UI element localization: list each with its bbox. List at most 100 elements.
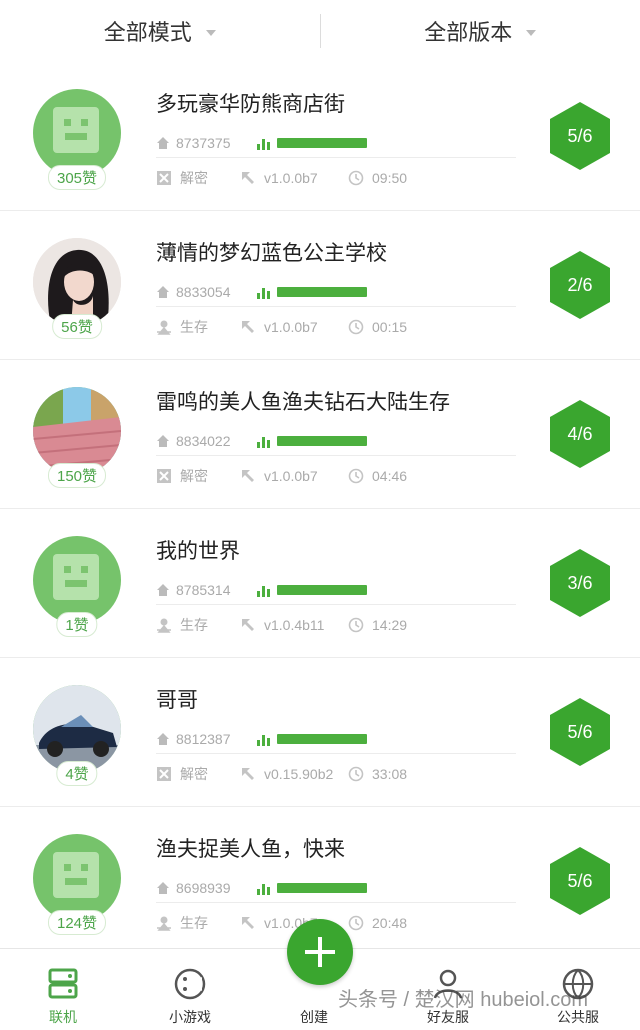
puzzle-icon xyxy=(156,468,172,484)
signal-bars-icon xyxy=(256,731,272,747)
version-filter-dropdown[interactable]: 全部版本 xyxy=(321,15,640,47)
avatar[interactable]: 56赞 xyxy=(33,238,121,338)
survival-icon xyxy=(156,617,172,633)
create-label: 创建 xyxy=(300,1007,328,1027)
play-time: 00:15 xyxy=(372,319,407,335)
room-title: 多玩豪华防熊商店街 xyxy=(156,88,345,118)
likes-badge: 1赞 xyxy=(56,612,97,637)
clock-icon xyxy=(348,319,364,335)
signal-bars-icon xyxy=(256,135,272,151)
room-list-item[interactable]: 1赞 我的世界 8785314 生存 v1.0.4b11 14:29 3/6 xyxy=(0,509,640,658)
signal-bars-icon xyxy=(256,433,272,449)
tab-minigames[interactable]: 小游戏 xyxy=(150,967,230,1027)
creeper-avatar-icon xyxy=(33,89,121,177)
room-list-item[interactable]: 305赞 多玩豪华防熊商店街 8737375 解密 v1.0.0b7 09:50… xyxy=(0,62,640,211)
room-title: 渔夫捉美人鱼，快来 xyxy=(156,833,345,863)
play-time: 20:48 xyxy=(372,915,407,931)
cursor-arrow-icon xyxy=(240,766,256,782)
cursor-arrow-icon xyxy=(240,319,256,335)
signal-bars-icon xyxy=(256,880,272,896)
player-count-badge: 5/6 xyxy=(550,698,610,766)
room-id: 8833054 xyxy=(176,284,256,300)
player-count-badge: 5/6 xyxy=(550,847,610,915)
avatar[interactable]: 124赞 xyxy=(33,834,121,934)
game-version: v1.0.0b7 xyxy=(264,170,348,186)
room-list-item[interactable]: 56赞 薄情的梦幻蓝色公主学校 8833054 生存 v1.0.0b7 00:1… xyxy=(0,211,640,360)
puzzle-icon xyxy=(156,170,172,186)
play-time: 14:29 xyxy=(372,617,407,633)
create-button[interactable] xyxy=(287,919,353,985)
likes-badge: 124赞 xyxy=(48,910,106,935)
game-mode: 生存 xyxy=(180,317,240,337)
room-id: 8698939 xyxy=(176,880,256,896)
tab-online[interactable]: 联机 xyxy=(23,967,103,1027)
avatar[interactable]: 150赞 xyxy=(33,387,121,487)
clock-icon xyxy=(348,468,364,484)
game-version: v1.0.0b7 xyxy=(264,319,348,335)
room-title: 哥哥 xyxy=(156,684,198,714)
chevron-down-icon xyxy=(206,30,216,36)
avatar[interactable]: 4赞 xyxy=(33,685,121,785)
player-count-badge: 2/6 xyxy=(550,251,610,319)
latency-bar xyxy=(277,734,367,744)
bottom-nav: 联机 小游戏 创建 好友服 公共服 头条号 / 楚汉网 hubeiol.com xyxy=(0,948,640,1030)
likes-badge: 150赞 xyxy=(48,463,106,488)
mode-filter-dropdown[interactable]: 全部模式 xyxy=(0,15,320,47)
room-id: 8834022 xyxy=(176,433,256,449)
likes-badge: 56赞 xyxy=(52,314,102,339)
play-time: 04:46 xyxy=(372,468,407,484)
car-photo-avatar xyxy=(33,685,121,773)
clock-icon xyxy=(348,915,364,931)
latency-bar xyxy=(277,436,367,446)
player-count-badge: 4/6 xyxy=(550,400,610,468)
version-filter-label: 全部版本 xyxy=(424,15,512,47)
cursor-arrow-icon xyxy=(240,915,256,931)
room-id: 8737375 xyxy=(176,135,256,151)
survival-icon xyxy=(156,915,172,931)
home-icon xyxy=(156,285,170,299)
game-mode: 生存 xyxy=(180,913,240,933)
blocks-photo-avatar xyxy=(33,387,121,475)
play-time: 09:50 xyxy=(372,170,407,186)
watermark: 头条号 / 楚汉网 hubeiol.com xyxy=(338,983,588,1012)
home-icon xyxy=(156,732,170,746)
game-version: v0.15.90b2 xyxy=(264,766,348,782)
gamepad-icon xyxy=(173,967,207,1001)
tab-online-label: 联机 xyxy=(49,1007,77,1027)
creeper-avatar-icon xyxy=(33,536,121,624)
clock-icon xyxy=(348,170,364,186)
avatar[interactable]: 1赞 xyxy=(33,536,121,636)
room-title: 雷鸣的美人鱼渔夫钻石大陆生存 xyxy=(156,386,450,416)
player-count-badge: 3/6 xyxy=(550,549,610,617)
likes-badge: 305赞 xyxy=(48,165,106,190)
home-icon xyxy=(156,434,170,448)
game-version: v1.0.4b11 xyxy=(264,617,348,633)
room-title: 薄情的梦幻蓝色公主学校 xyxy=(156,237,387,267)
room-list: 305赞 多玩豪华防熊商店街 8737375 解密 v1.0.0b7 09:50… xyxy=(0,62,640,956)
signal-bars-icon xyxy=(256,582,272,598)
room-title: 我的世界 xyxy=(156,535,240,565)
latency-bar xyxy=(277,585,367,595)
girl-photo-avatar xyxy=(33,238,121,326)
game-mode: 解密 xyxy=(180,168,240,188)
server-icon xyxy=(46,967,80,1001)
tab-minigames-label: 小游戏 xyxy=(169,1007,211,1027)
room-id: 8812387 xyxy=(176,731,256,747)
home-icon xyxy=(156,583,170,597)
game-version: v1.0.0b7 xyxy=(264,468,348,484)
signal-bars-icon xyxy=(256,284,272,300)
chevron-down-icon xyxy=(526,30,536,36)
cursor-arrow-icon xyxy=(240,170,256,186)
player-count-badge: 5/6 xyxy=(550,102,610,170)
latency-bar xyxy=(277,138,367,148)
home-icon xyxy=(156,136,170,150)
game-mode: 解密 xyxy=(180,764,240,784)
avatar[interactable]: 305赞 xyxy=(33,89,121,189)
clock-icon xyxy=(348,766,364,782)
puzzle-icon xyxy=(156,766,172,782)
play-time: 33:08 xyxy=(372,766,407,782)
room-id: 8785314 xyxy=(176,582,256,598)
room-list-item[interactable]: 150赞 雷鸣的美人鱼渔夫钻石大陆生存 8834022 解密 v1.0.0b7 … xyxy=(0,360,640,509)
survival-icon xyxy=(156,319,172,335)
room-list-item[interactable]: 4赞 哥哥 8812387 解密 v0.15.90b2 33:08 5/6 xyxy=(0,658,640,807)
